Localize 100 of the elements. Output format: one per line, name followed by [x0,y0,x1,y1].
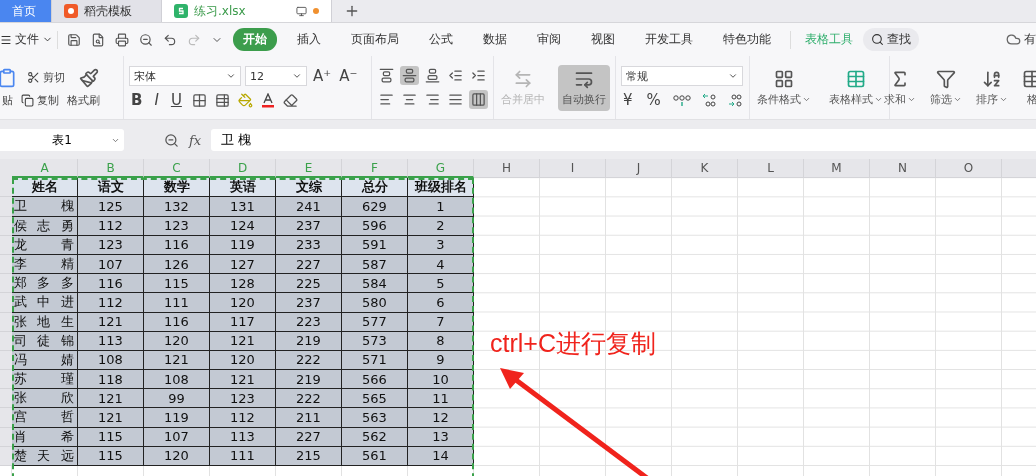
table-cell: 113 [78,331,144,351]
column-header[interactable]: J [606,159,672,179]
name-box[interactable]: 表1 [0,129,124,151]
table-cell: 115 [78,427,144,447]
font-size-select[interactable]: 12 [245,66,307,86]
table-icon [845,68,866,89]
tool-button[interactable]: 排序 [972,64,1012,111]
search-button[interactable]: 查找 [863,28,919,51]
header-cell: 姓名 [12,178,78,198]
column-header[interactable]: H [474,159,540,179]
increase-decimal-icon[interactable] [700,93,717,107]
cell-format-icon[interactable] [214,92,230,108]
undo-icon[interactable] [163,32,177,47]
menu-tab[interactable]: 公式 [419,28,463,51]
number-format-select[interactable]: 常规 [621,66,743,86]
thousands-separator-icon[interactable] [672,93,691,107]
table-cell: 225 [276,274,342,294]
alignment-button[interactable] [400,66,419,85]
file-menu[interactable]: 文件 [0,31,53,48]
column-header[interactable]: M [804,159,870,179]
table-cell: 227 [276,427,342,447]
table-cell: 132 [144,197,210,217]
cloud-sync-button[interactable]: 有 [1006,31,1036,48]
borders-icon[interactable] [191,92,207,108]
table-cell: 562 [342,427,408,447]
copy-button[interactable]: 复制 [21,92,59,108]
eraser-icon[interactable] [282,92,298,108]
table-cell: 126 [144,254,210,275]
tool-button[interactable]: 求和 [880,64,920,111]
table-cell: 237 [276,293,342,313]
document-tab[interactable]: 稻壳模板 [52,0,162,22]
font-family-select[interactable]: 宋体 [129,66,241,86]
table-cell: 120 [144,446,210,466]
table-cell: 6 [408,293,474,313]
table-cell: 107 [144,427,210,447]
table-cell: 596 [342,216,408,236]
table-cell: 108 [78,350,144,371]
column-header[interactable]: O [936,159,1002,179]
document-tab[interactable]: 练习.xlsx [162,0,332,22]
table-cell: 120 [144,331,210,351]
menu-tab[interactable]: 视图 [581,28,625,51]
shrink-font-button[interactable]: A⁻ [337,67,360,85]
alignment-button[interactable] [377,66,396,85]
print-preview-icon[interactable] [139,32,153,47]
percent-button[interactable]: % [644,91,663,109]
table-cell: 10 [408,370,474,390]
font-style-button[interactable]: I [152,91,161,109]
alignment-button[interactable] [423,66,442,85]
document-tab[interactable]: 首页 [0,0,52,22]
fill-color-icon[interactable] [237,92,253,108]
alignment-button[interactable] [469,90,488,109]
conditional-format-button[interactable]: 条件格式 [752,64,815,111]
table-cell: 111 [144,293,210,313]
table-cell: 111 [210,446,276,466]
currency-button[interactable]: ¥ [621,91,635,109]
column-header[interactable]: K [672,159,738,179]
font-style-button[interactable]: B [129,91,145,109]
caret-icon [728,71,738,81]
paste-icon[interactable] [0,67,17,88]
cut-button[interactable]: 剪切 [27,70,65,85]
table-cell: 115 [144,274,210,294]
grow-font-button[interactable]: A⁺ [311,67,334,85]
column-header[interactable]: N [870,159,936,179]
table-cell: 125 [78,197,144,217]
font-color-icon[interactable] [260,92,275,108]
table-cell: 119 [144,408,210,428]
table-cell: 561 [342,446,408,466]
table-cell: 573 [342,331,408,351]
decrease-decimal-icon[interactable] [726,93,743,107]
export-icon[interactable] [91,32,105,47]
menu-tab[interactable]: 特色功能 [713,28,781,51]
save-icon[interactable] [67,32,81,47]
column-header[interactable]: L [738,159,804,179]
table-cell: 120 [210,350,276,371]
menu-tab[interactable]: 开发工具 [635,28,703,51]
tool-button[interactable]: 筛选 [926,64,966,111]
table-cell: 577 [342,312,408,332]
menu-tab[interactable]: 审阅 [527,28,571,51]
wrap-text-button[interactable]: 自动换行 [557,64,610,111]
table-cell: 118 [78,370,144,390]
table-cell: 121 [210,331,276,351]
print-icon[interactable] [115,32,129,47]
format-painter-button[interactable]: 格式刷 [67,92,100,108]
table-cell: 112 [210,408,276,428]
table-cell: 233 [276,235,342,255]
table-cell: 223 [276,312,342,332]
menu-tab[interactable]: 页面布局 [341,28,409,51]
format-painter-icon[interactable] [79,67,99,88]
formula-input[interactable]: 卫 槐 [211,129,1036,151]
zoom-icon[interactable] [164,132,179,148]
table-cell: 112 [78,293,144,313]
table-cell: 张 欣 [12,389,78,409]
menu-tab[interactable]: 插入 [287,28,331,51]
table-cell: 131 [210,197,276,217]
column-header[interactable]: I [540,159,606,179]
menu-tab[interactable]: 数据 [473,28,517,51]
table-cell: 219 [276,370,342,390]
font-style-button[interactable]: U [168,91,184,109]
caret-icon [226,71,236,81]
paste-button[interactable]: 贴 [2,92,13,108]
